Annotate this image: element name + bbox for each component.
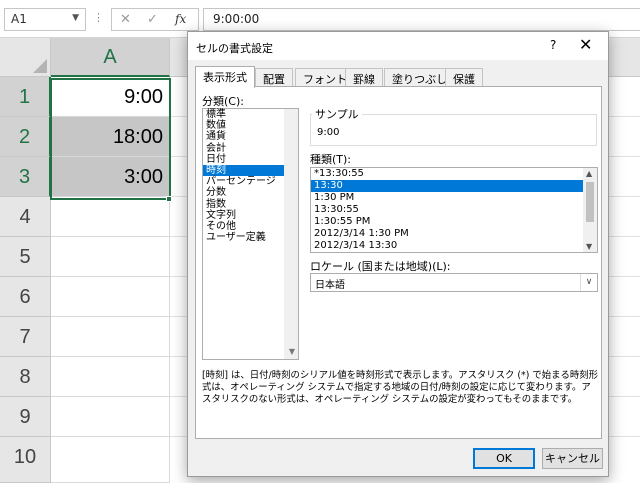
insert-function-icon[interactable]: fx [175,12,186,26]
name-box[interactable]: A1 ▼ [4,8,86,31]
locale-label: ロケール (国または地域)(L): [310,260,451,273]
chevron-down-icon[interactable]: ∨ [580,274,597,291]
type-scrollbar[interactable]: ▲ ▼ [583,168,597,252]
type-item[interactable]: 1:30 PM [311,192,583,204]
scroll-down-icon[interactable]: ▼ [289,347,295,356]
category-item-selected[interactable]: 時刻 [203,164,286,177]
cell-a4[interactable] [51,197,170,237]
cell-a2[interactable]: 18:00 [51,117,170,157]
category-list[interactable]: 標準 数値 通貨 会計 日付 時刻 パーセンテージ 分数 指数 文字列 その他 … [202,108,299,360]
number-tab-panel: 分類(C): 標準 数値 通貨 会計 日付 時刻 パーセンテージ 分数 指数 文… [195,86,602,439]
scroll-down-icon[interactable]: ▼ [586,242,592,251]
locale-select[interactable]: 日本語 ∨ [310,273,598,292]
scroll-up-icon[interactable]: ▲ [586,169,592,178]
category-label: 分類(C): [202,95,244,108]
formula-input[interactable]: 9:00:00 [203,8,640,31]
format-cells-dialog: セルの書式設定 ? ✕ 表示形式 配置 フォント 罫線 塗りつぶし 保護 分類(… [187,31,609,477]
row-header[interactable]: 10 [0,437,51,483]
dialog-title: セルの書式設定 [196,42,273,55]
row-header[interactable]: 4 [0,197,51,237]
row-header[interactable]: 2 [0,117,51,157]
locale-value: 日本語 [315,280,345,291]
scroll-thumb[interactable] [586,182,594,222]
chevron-down-icon[interactable]: ▼ [72,13,79,23]
tab-protection[interactable]: 保護 [445,68,483,87]
row-header[interactable]: 3 [0,157,51,197]
type-item[interactable]: 2012/3/14 1:30 PM [311,228,583,240]
sample-value: 9:00 [317,127,340,138]
row-header[interactable]: 1 [0,77,51,117]
type-item-selected[interactable]: 13:30 [311,180,583,192]
name-box-value: A1 [11,12,27,26]
select-all-triangle-icon [33,59,47,73]
fill-handle[interactable] [166,196,172,202]
row-header[interactable]: 5 [0,237,51,277]
select-all-button[interactable] [0,38,51,77]
category-scrollbar[interactable]: ▼ [284,109,298,359]
column-header-a[interactable]: A [51,38,170,77]
row-header[interactable]: 9 [0,397,51,437]
dialog-titlebar[interactable]: セルの書式設定 ? ✕ [188,32,608,60]
cell-a10[interactable] [51,437,170,483]
row-header[interactable]: 8 [0,357,51,397]
type-item[interactable]: 1:30:55 PM [311,216,583,228]
type-item[interactable]: *13:30:55 [311,168,583,180]
enter-icon[interactable]: ✓ [147,12,158,27]
row-header[interactable]: 7 [0,317,51,357]
close-icon[interactable]: ✕ [579,35,592,54]
tab-alignment[interactable]: 配置 [255,68,293,87]
cell-a3[interactable]: 3:00 [51,157,170,197]
cell-a7[interactable] [51,317,170,357]
more-options-icon: ⋮ [93,11,104,24]
formula-buttons: ✕ ✓ fx [111,8,199,31]
cell-a9[interactable] [51,397,170,437]
type-item[interactable]: 13:30:55 [311,204,583,216]
row-header[interactable]: 6 [0,277,51,317]
tab-border[interactable]: 罫線 [345,68,383,87]
cell-a5[interactable] [51,237,170,277]
sample-label: サンプル [312,106,362,122]
tab-number[interactable]: 表示形式 [195,66,255,88]
cancel-icon[interactable]: ✕ [120,12,131,27]
cell-a1[interactable]: 9:00 [51,77,170,117]
cell-a6[interactable] [51,277,170,317]
type-label: 種類(T): [310,153,352,166]
cancel-button[interactable]: キャンセル [542,448,603,469]
ok-button[interactable]: OK [473,448,535,469]
type-item[interactable]: 2012/3/14 13:30 [311,240,583,252]
format-description: [時刻] は、日付/時刻のシリアル値を時刻形式で表示します。アスタリスク (*)… [202,370,599,405]
help-icon[interactable]: ? [550,38,556,52]
type-list[interactable]: *13:30:55 13:30 1:30 PM 13:30:55 1:30:55… [310,167,598,253]
cell-a8[interactable] [51,357,170,397]
